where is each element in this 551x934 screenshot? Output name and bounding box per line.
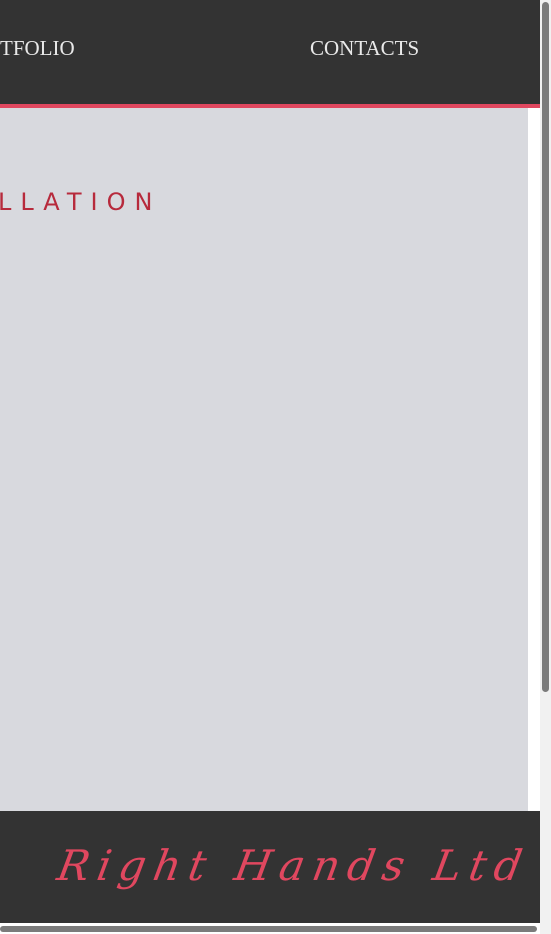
footer-logo: Right Hands Ltd (53, 841, 534, 890)
vertical-scrollbar-thumb[interactable] (542, 2, 549, 692)
horizontal-scrollbar-thumb[interactable] (0, 926, 537, 932)
nav-link-portfolio[interactable]: TFOLIO (0, 36, 75, 61)
nav-link-contacts[interactable]: CONTACTS (310, 36, 419, 61)
site-header: TFOLIO CONTACTS (0, 0, 540, 108)
main-content: LLATION (0, 108, 528, 811)
site-footer: Right Hands Ltd (0, 811, 540, 923)
section-heading: LLATION (0, 188, 162, 216)
page-viewport: TFOLIO CONTACTS LLATION Right Hands Ltd (0, 0, 540, 934)
